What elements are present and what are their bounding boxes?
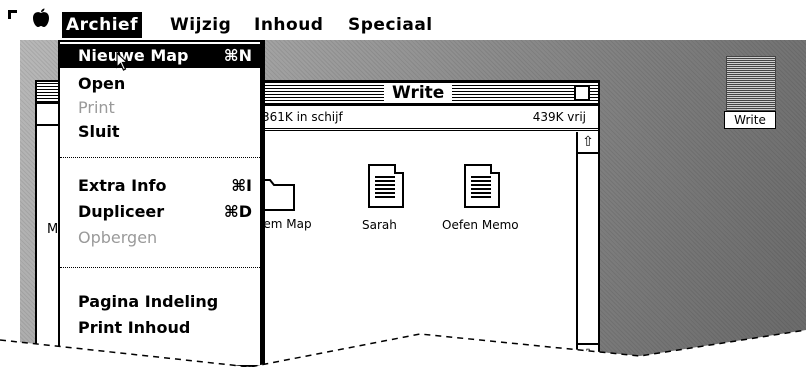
menu-item-extra-info[interactable]: Extra Info ⌘I bbox=[60, 174, 260, 198]
document-icon bbox=[464, 164, 500, 208]
file-label: Sarah bbox=[362, 218, 397, 232]
document-icon bbox=[368, 164, 404, 208]
menu-separator bbox=[60, 267, 260, 268]
archief-dropdown-menu: Nieuwe Map ⌘N Open Print Sluit Extra Inf… bbox=[58, 40, 262, 367]
disk-icon[interactable] bbox=[726, 56, 776, 112]
menu-separator bbox=[60, 157, 260, 158]
menu-item-label: Dupliceer bbox=[78, 202, 165, 221]
mouse-pointer-icon bbox=[116, 52, 129, 71]
screen-corner-mark bbox=[8, 10, 17, 19]
menu-item-label: Print bbox=[78, 98, 115, 117]
file-item-sarah[interactable]: Sarah bbox=[362, 162, 422, 242]
menu-item-shortcut: ⌘D bbox=[223, 202, 252, 221]
file-item-oefen-memo[interactable]: Oefen Memo bbox=[442, 162, 522, 242]
disk-used-text: 361K in schijf bbox=[262, 110, 343, 124]
menu-wijzig[interactable]: Wijzig bbox=[166, 12, 235, 38]
menu-item-sluit[interactable]: Sluit bbox=[60, 120, 260, 144]
write-window-content: eem Map Sarah Oefen Memo bbox=[254, 132, 576, 365]
disk-icon-label: Write bbox=[724, 111, 776, 129]
scroll-down-arrow-icon[interactable]: ⇩ bbox=[578, 343, 598, 365]
write-window-title-bar[interactable]: Write bbox=[254, 82, 598, 106]
menu-speciaal[interactable]: Speciaal bbox=[344, 12, 437, 38]
menu-inhoud[interactable]: Inhoud bbox=[250, 12, 327, 38]
vertical-scrollbar[interactable]: ⇧ ⇩ bbox=[576, 132, 598, 365]
menu-item-label: Print Inhoud bbox=[78, 318, 191, 337]
file-label: eem Map bbox=[256, 217, 312, 231]
menu-item-dupliceer[interactable]: Dupliceer ⌘D bbox=[60, 200, 260, 224]
file-label: Oefen Memo bbox=[442, 218, 519, 232]
zoom-box-icon[interactable] bbox=[574, 85, 590, 101]
menu-item-label: Opbergen bbox=[78, 228, 158, 247]
write-window-title: Write bbox=[384, 83, 453, 103]
back-window-file-label: M bbox=[47, 222, 59, 237]
menu-item-nieuwe-map[interactable]: Nieuwe Map ⌘N bbox=[60, 44, 260, 68]
menu-item-pagina-indeling[interactable]: Pagina Indeling bbox=[60, 290, 260, 314]
menu-item-label: Open bbox=[78, 74, 126, 93]
write-window[interactable]: Write 361K in schijf 439K vrij eem Map S… bbox=[252, 80, 600, 367]
menu-item-print: Print bbox=[60, 96, 260, 120]
menu-item-shortcut: ⌘I bbox=[231, 176, 252, 195]
disk-free-text: 439K vrij bbox=[532, 110, 586, 124]
write-window-info-bar: 361K in schijf 439K vrij bbox=[254, 106, 598, 131]
menu-item-label: Nieuwe Map bbox=[78, 46, 189, 65]
menu-item-open[interactable]: Open bbox=[60, 72, 260, 96]
menu-item-shortcut: ⌘N bbox=[223, 46, 252, 65]
menu-archief[interactable]: Archief bbox=[62, 12, 142, 38]
menu-item-label: Pagina Indeling bbox=[78, 292, 219, 311]
menu-item-opbergen: Opbergen bbox=[60, 226, 260, 250]
menu-bar: Archief Wijzig Inhoud Speciaal bbox=[0, 0, 806, 40]
apple-menu-icon[interactable] bbox=[32, 8, 50, 33]
menu-item-label: Extra Info bbox=[78, 176, 167, 195]
menu-item-print-inhoud[interactable]: Print Inhoud bbox=[60, 316, 260, 340]
menu-item-label: Sluit bbox=[78, 122, 120, 141]
scroll-up-arrow-icon[interactable]: ⇧ bbox=[578, 132, 598, 154]
file-item-folder[interactable]: eem Map bbox=[254, 177, 324, 237]
